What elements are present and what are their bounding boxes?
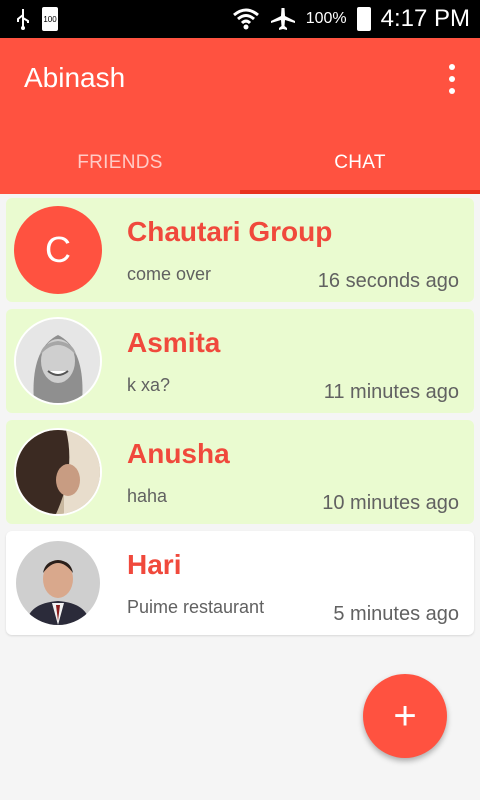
overflow-menu-icon[interactable] — [444, 64, 460, 94]
chat-item-chautari-group[interactable]: C Chautari Group come over 16 seconds ag… — [6, 198, 474, 302]
avatar: C — [14, 206, 102, 294]
tab-bar: FRIENDS CHAT — [0, 132, 480, 194]
battery-small-label: 100 — [43, 9, 57, 29]
chat-message: haha — [127, 486, 168, 506]
dot — [449, 64, 455, 70]
chat-item-hari[interactable]: Hari Puime restaurant 5 minutes ago — [6, 531, 474, 635]
avatar — [14, 317, 102, 405]
chat-message: k xa? — [127, 375, 171, 395]
battery-percent: 100% — [305, 10, 347, 27]
chat-time: 16 seconds ago — [317, 270, 459, 292]
chat-item-anusha[interactable]: Anusha haha 10 minutes ago — [6, 420, 474, 524]
status-bar: 100 100% 4:17 PM — [0, 0, 480, 38]
tab-chat[interactable]: CHAT — [240, 132, 480, 194]
wifi-icon — [232, 8, 259, 30]
battery-full-icon — [356, 7, 371, 31]
tab-friends[interactable]: FRIENDS — [0, 132, 240, 194]
person-photo-icon — [16, 541, 100, 625]
airplane-icon — [270, 8, 295, 30]
chat-name: Asmita — [127, 327, 221, 358]
avatar — [14, 539, 102, 627]
avatar-letter: C — [45, 229, 71, 270]
app-title: Abinash — [24, 62, 126, 93]
status-right: 100% 4:17 PM — [232, 5, 470, 33]
chat-time: 10 minutes ago — [322, 492, 459, 514]
avatar — [14, 428, 102, 516]
chat-item-asmita[interactable]: Asmita k xa? 11 minutes ago — [6, 309, 474, 413]
dot — [449, 76, 455, 82]
battery-icon: 100 — [42, 7, 58, 31]
person-photo-icon — [16, 430, 100, 514]
chat-name: Chautari Group — [127, 216, 333, 247]
chat-message: come over — [127, 264, 212, 284]
status-time: 4:17 PM — [380, 5, 470, 32]
chat-message: Puime restaurant — [127, 597, 265, 617]
chat-time: 5 minutes ago — [333, 603, 459, 625]
person-photo-icon — [16, 319, 100, 403]
plus-icon: + — [393, 693, 417, 738]
chat-list: C Chautari Group come over 16 seconds ag… — [6, 198, 474, 642]
chat-name: Anusha — [127, 438, 230, 469]
status-left: 100 — [14, 7, 58, 31]
chat-name: Hari — [127, 549, 182, 580]
app-bar: Abinash FRIENDS CHAT — [0, 38, 480, 194]
add-chat-button[interactable]: + — [363, 674, 447, 758]
chat-time: 11 minutes ago — [323, 381, 459, 403]
usb-icon — [17, 9, 29, 30]
dot — [449, 88, 455, 94]
